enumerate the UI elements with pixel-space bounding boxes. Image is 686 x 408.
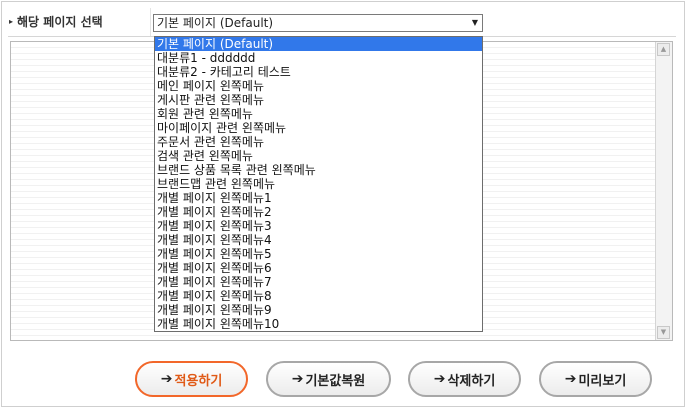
dropdown-option[interactable]: 기본 페이지 (Default) (155, 37, 482, 51)
restore-default-button-label: 기본값복원 (305, 373, 366, 389)
arrow-right-icon: ➔ (160, 371, 173, 387)
preview-button[interactable]: ➔ 미리보기 (539, 361, 652, 397)
preview-button-label: 미리보기 (578, 373, 627, 389)
arrow-right-icon: ➔ (564, 371, 577, 387)
dropdown-option[interactable]: 회원 관련 왼쪽메뉴 (155, 107, 482, 121)
arrow-right-icon: ➔ (433, 371, 446, 387)
page-dropdown-list: 기본 페이지 (Default) 대분류1 - dddddd 대분류2 - 카테고리… (154, 36, 483, 332)
dropdown-option[interactable]: 검색 관련 왼쪽메뉴 (155, 149, 482, 163)
scroll-down-icon[interactable]: ▼ (657, 326, 670, 339)
dropdown-option[interactable]: 개별 페이지 왼쪽메뉴5 (155, 247, 482, 261)
label-divider (150, 8, 151, 36)
dropdown-option[interactable]: 마이페이지 관련 왼쪽메뉴 (155, 121, 482, 135)
delete-button[interactable]: ➔ 삭제하기 (408, 361, 521, 397)
dropdown-option[interactable]: 개별 페이지 왼쪽메뉴7 (155, 275, 482, 289)
page-select-value: 기본 페이지 (Default) (157, 16, 274, 30)
scroll-up-icon[interactable]: ▲ (657, 43, 670, 56)
dropdown-option[interactable]: 메인 페이지 왼쪽메뉴 (155, 79, 482, 93)
dropdown-option[interactable]: 개별 페이지 왼쪽메뉴9 (155, 303, 482, 317)
page-select[interactable]: 기본 페이지 (Default) ▼ (153, 14, 483, 32)
dropdown-option[interactable]: 대분류1 - dddddd (155, 51, 482, 65)
apply-button[interactable]: ➔ 적용하기 (135, 361, 248, 397)
dropdown-option[interactable]: 주문서 관련 왼쪽메뉴 (155, 135, 482, 149)
dropdown-option[interactable]: 개별 페이지 왼쪽메뉴3 (155, 219, 482, 233)
dropdown-option[interactable]: 대분류2 - 카테고리 테스트 (155, 65, 482, 79)
dropdown-option[interactable]: 게시판 관련 왼쪽메뉴 (155, 93, 482, 107)
dropdown-option[interactable]: 개별 페이지 왼쪽메뉴1 (155, 191, 482, 205)
dropdown-option[interactable]: 개별 페이지 왼쪽메뉴10 (155, 317, 482, 331)
apply-button-label: 적용하기 (174, 373, 223, 389)
editor-scrollbar[interactable]: ▲ ▼ (655, 42, 672, 340)
dropdown-option[interactable]: 개별 페이지 왼쪽메뉴2 (155, 205, 482, 219)
dropdown-option[interactable]: 개별 페이지 왼쪽메뉴8 (155, 289, 482, 303)
delete-button-label: 삭제하기 (447, 373, 496, 389)
dropdown-option[interactable]: 개별 페이지 왼쪽메뉴6 (155, 261, 482, 275)
field-label-text: 해당 페이지 선택 (17, 15, 103, 29)
dropdown-option[interactable]: 브랜드 상품 목록 관련 왼쪽메뉴 (155, 163, 482, 177)
field-label: ▸ 해당 페이지 선택 (9, 8, 150, 36)
dropdown-option[interactable]: 브랜드맵 관련 왼쪽메뉴 (155, 177, 482, 191)
bullet-arrow-icon: ▸ (9, 17, 14, 26)
arrow-right-icon: ➔ (291, 371, 304, 387)
chevron-down-icon[interactable]: ▼ (472, 15, 478, 31)
restore-default-button[interactable]: ➔ 기본값복원 (266, 361, 391, 397)
dropdown-option[interactable]: 개별 페이지 왼쪽메뉴4 (155, 233, 482, 247)
